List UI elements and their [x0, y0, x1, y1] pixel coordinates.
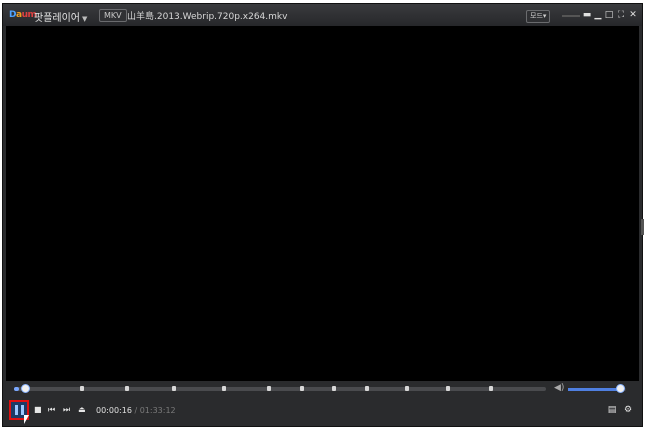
chapter-marker[interactable] [80, 386, 84, 391]
volume-slider-fill [568, 388, 621, 391]
player-window: Daum 팟플레이어 ▼ MKV 山羊島.2013.Webrip.720p.x26… [2, 3, 644, 427]
time-display: 00:00:16 / 01:33:12 [96, 406, 176, 415]
chapter-marker[interactable] [405, 386, 409, 391]
chapter-marker[interactable] [125, 386, 129, 391]
opacity-slider[interactable] [562, 15, 580, 17]
restore-button[interactable]: ▁ [593, 9, 603, 21]
chapter-marker[interactable] [267, 386, 271, 391]
video-area[interactable] [6, 26, 639, 381]
mode-label: 모드 [530, 12, 543, 20]
previous-button[interactable]: ⏮ [48, 406, 55, 414]
format-badge: MKV [99, 9, 127, 22]
maximize-button[interactable]: □ [604, 9, 614, 21]
app-name-label: 팟플레이어 [34, 13, 80, 24]
speaker-icon[interactable]: ◀) [554, 383, 564, 393]
minimize-button[interactable]: ▬ [582, 9, 592, 21]
chevron-down-icon: ▼ [82, 15, 88, 23]
chapter-marker[interactable] [222, 386, 226, 391]
chapter-marker[interactable] [332, 386, 336, 391]
logo-letter-d: D [9, 10, 16, 20]
time-separator: / [131, 406, 140, 415]
next-button[interactable]: ⏭ [63, 406, 70, 414]
current-time: 00:00:16 [96, 406, 132, 415]
total-time: 01:33:12 [139, 406, 176, 415]
chapter-marker[interactable] [172, 386, 176, 391]
file-name-title: 山羊島.2013.Webrip.720p.x264.mkv [127, 12, 288, 22]
title-bar[interactable]: Daum 팟플레이어 ▼ MKV 山羊島.2013.Webrip.720p.x26… [3, 4, 642, 26]
pause-icon [21, 405, 24, 415]
chapter-marker[interactable] [365, 386, 369, 391]
eject-button[interactable]: ⏏ [78, 406, 86, 414]
pause-icon [15, 405, 18, 415]
settings-button[interactable]: ⚙ [623, 405, 633, 415]
stop-button[interactable]: ■ [34, 406, 42, 414]
mode-button[interactable]: 모드▾ [526, 10, 551, 23]
side-panel-handle[interactable] [641, 219, 644, 235]
mouse-cursor-icon [24, 415, 29, 424]
chapter-marker[interactable] [300, 386, 304, 391]
daum-logo-icon[interactable]: Daum [9, 10, 37, 20]
playlist-button[interactable]: ▤ [607, 405, 617, 415]
app-menu-button[interactable]: 팟플레이어 ▼ [34, 9, 87, 24]
seek-bar[interactable] [14, 387, 546, 391]
chapter-marker[interactable] [446, 386, 450, 391]
chapter-marker[interactable] [489, 386, 493, 391]
fullscreen-button[interactable]: ⛶ [616, 9, 626, 21]
close-button[interactable]: ✕ [628, 9, 638, 21]
seek-bar-fill [14, 387, 20, 391]
